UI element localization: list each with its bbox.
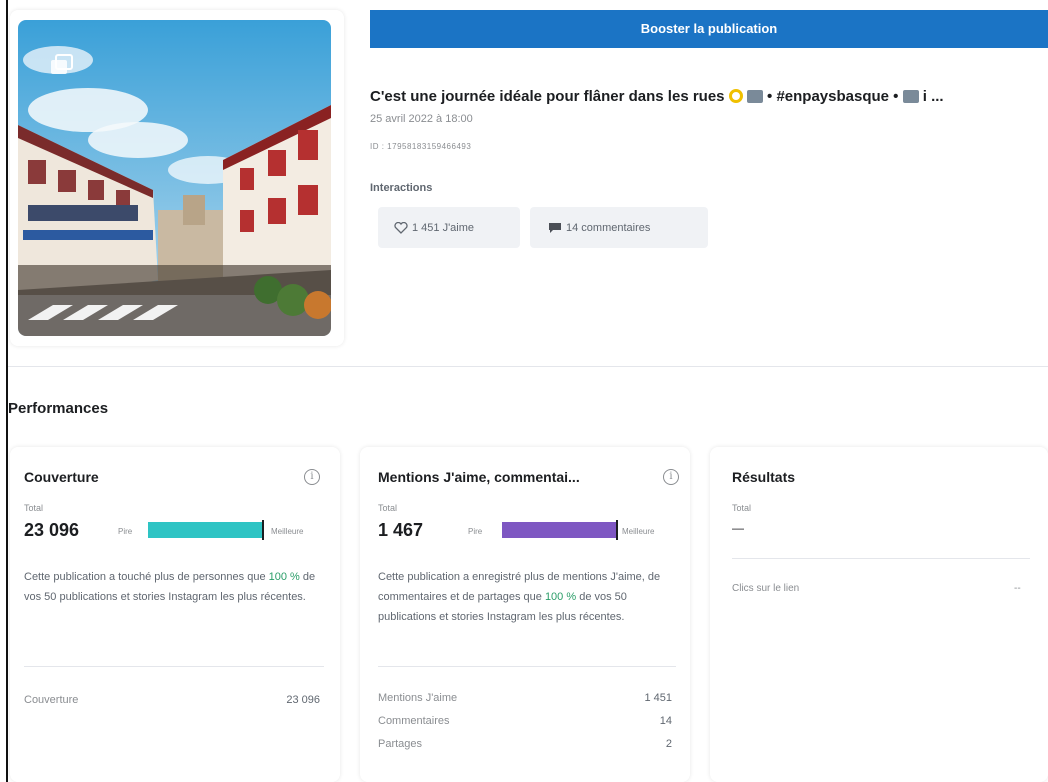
- info-icon[interactable]: i: [663, 469, 679, 485]
- engagement-card-title: Mentions J'aime, commentai...: [378, 469, 580, 485]
- engagement-total-label: Total: [378, 503, 398, 513]
- reach-scale-high: Meilleure: [271, 527, 304, 536]
- heart-icon: [394, 221, 408, 234]
- engagement-desc-percent: 100 %: [544, 591, 577, 603]
- section-divider: [8, 366, 1048, 367]
- engagement-scale-high: Meilleure: [622, 527, 655, 536]
- carousel-icon: [50, 54, 74, 76]
- results-total-value: —: [732, 521, 744, 535]
- reach-row-label: Couverture: [24, 694, 79, 706]
- car-emoji-icon: [746, 90, 763, 103]
- results-total-label: Total: [732, 503, 752, 513]
- reach-description: Cette publication a touché plus de perso…: [24, 567, 324, 607]
- reach-total-label: Total: [24, 503, 44, 513]
- engagement-bar-fill: [502, 522, 616, 538]
- post-title: C'est une journée idéale pour flâner dan…: [370, 88, 1045, 105]
- results-card-title: Résultats: [732, 469, 796, 485]
- engagement-scale-low: Pire: [468, 527, 483, 536]
- engagement-total-value: 1 467: [378, 520, 424, 540]
- info-icon[interactable]: i: [304, 469, 320, 485]
- engagement-row-label: Mentions J'aime: [378, 692, 458, 704]
- engagement-row-value: 2: [665, 738, 672, 750]
- post-title-text: C'est une journée idéale pour flâner dan…: [370, 88, 725, 105]
- engagement-row-value: 14: [659, 715, 672, 727]
- likes-count-pill[interactable]: 1 451 J'aime: [378, 207, 520, 248]
- post-title-ellipsis: i ...: [922, 88, 944, 105]
- reach-total-value: 23 096: [24, 520, 80, 540]
- reach-row-value: 23 096: [286, 694, 320, 706]
- comment-bubble-icon: [549, 222, 561, 233]
- engagement-row-value: 1 451: [644, 692, 672, 704]
- interactions-heading: Interactions: [370, 182, 433, 194]
- engagement-row-label: Partages: [378, 738, 423, 750]
- reach-scale-low: Pire: [118, 527, 133, 536]
- reach-desc-percent: 100 %: [268, 571, 300, 583]
- engagement-description: Cette publication a enregistré plus de m…: [378, 567, 678, 627]
- window-edge: [6, 0, 8, 782]
- reach-comparison-bar: [148, 520, 264, 540]
- post-date: 25 avril 2022 à 18:00: [370, 113, 473, 125]
- reach-bar-fill: [148, 522, 262, 538]
- reach-desc-text: Cette publication a touché plus de perso…: [24, 571, 269, 583]
- engagement-card-divider: [378, 666, 676, 667]
- link-clicks-value: --: [1014, 583, 1021, 594]
- reach-card-divider: [24, 666, 324, 667]
- results-card-divider: [732, 558, 1030, 559]
- reach-card-title: Couverture: [24, 469, 99, 485]
- post-media-card: [10, 10, 344, 346]
- link-clicks-label: Clics sur le lien: [732, 583, 800, 594]
- reach-bar-marker: [262, 520, 264, 540]
- comments-count-pill[interactable]: 14 commentaires: [530, 207, 708, 248]
- engagement-row-label: Commentaires: [378, 715, 450, 727]
- engagement-card: Mentions J'aime, commentai... i Total 1 …: [360, 447, 690, 782]
- performances-heading: Performances: [8, 400, 109, 417]
- results-card: Résultats Total — Clics sur le lien --: [710, 447, 1048, 782]
- likes-label: 1 451 J'aime: [412, 221, 475, 234]
- post-id: ID : 17958183159466493: [370, 142, 472, 151]
- picture-emoji-icon: [902, 90, 919, 103]
- engagement-comparison-bar: [502, 520, 618, 540]
- post-title-hashtag: • #enpaysbasque •: [767, 88, 903, 105]
- comments-label: 14 commentaires: [566, 221, 651, 234]
- engagement-bar-marker: [616, 520, 618, 540]
- sun-emoji-icon: [728, 89, 743, 103]
- reach-card: Couverture i Total 23 096 Pire Meilleure…: [10, 447, 340, 782]
- boost-post-button[interactable]: Booster la publication: [370, 10, 1048, 48]
